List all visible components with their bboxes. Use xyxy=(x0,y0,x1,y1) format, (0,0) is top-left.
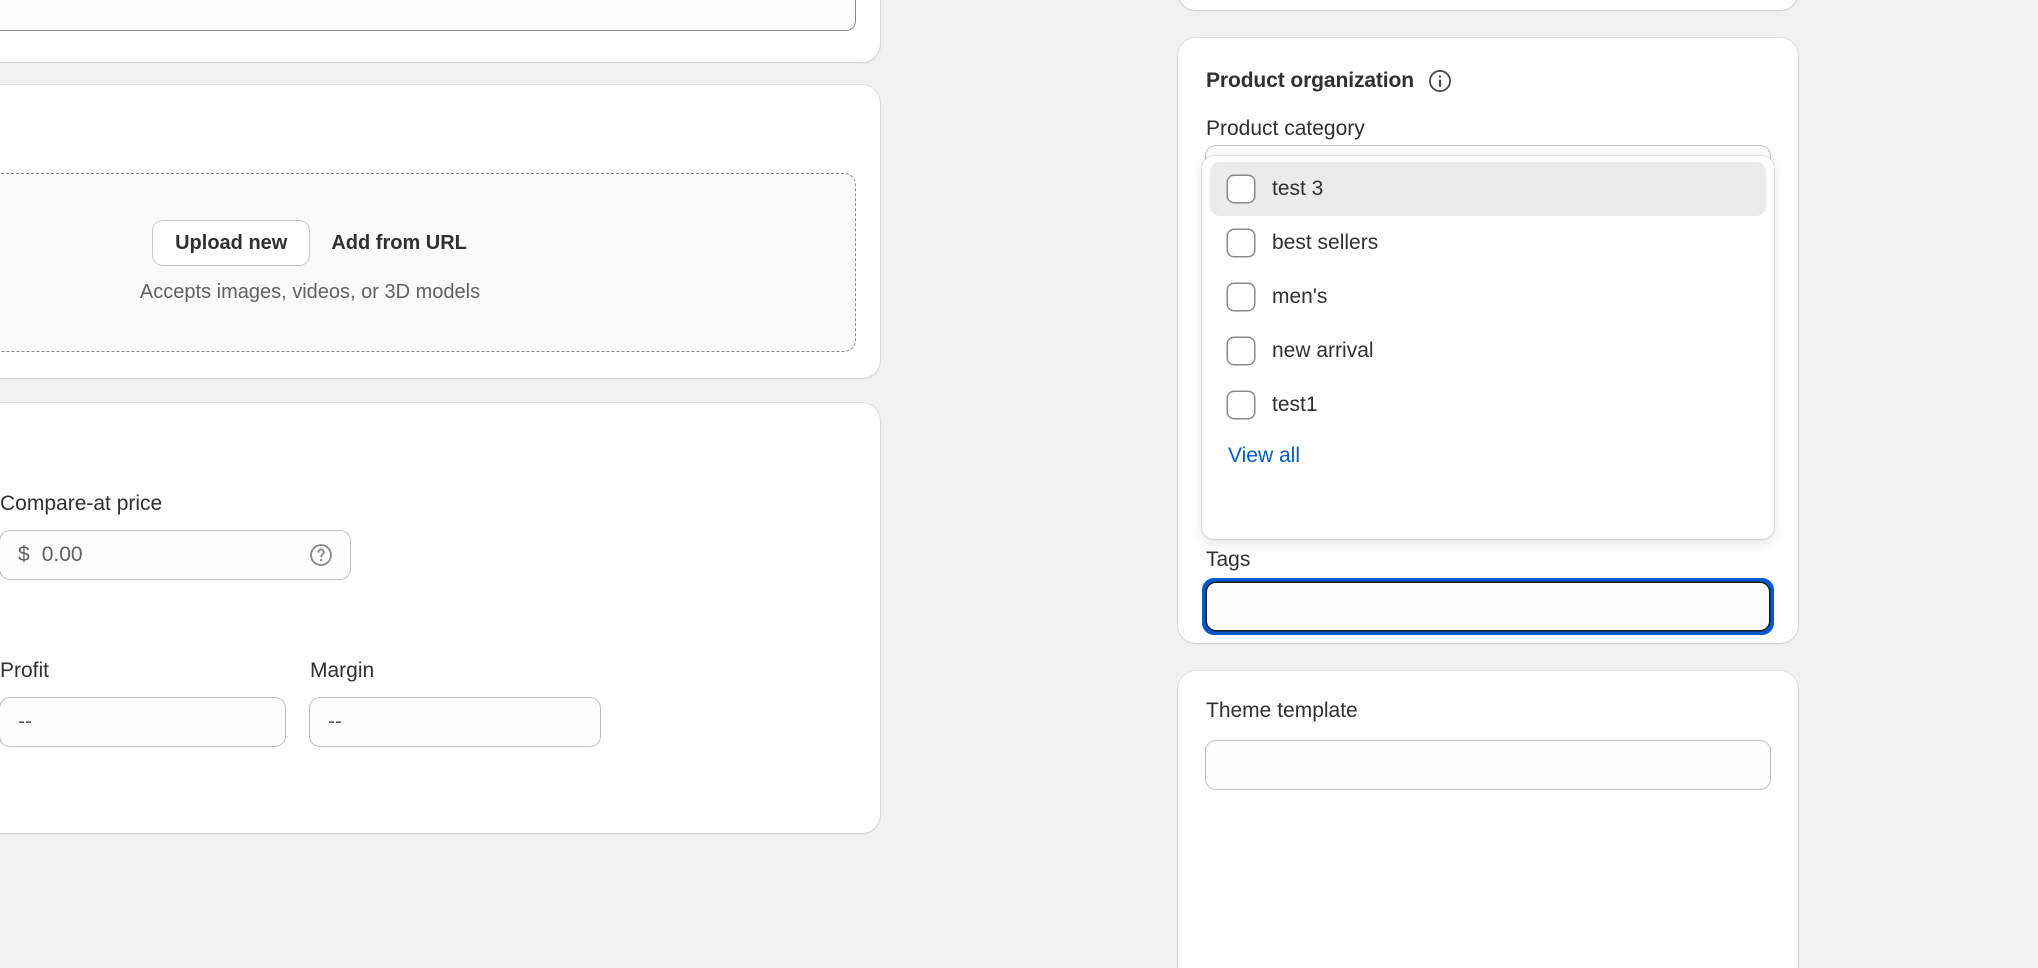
product-category-option[interactable]: men's xyxy=(1210,270,1766,324)
option-checkbox[interactable] xyxy=(1228,392,1254,418)
option-checkbox[interactable] xyxy=(1228,176,1254,202)
margin-label: Margin xyxy=(310,659,375,682)
theme-template-select[interactable] xyxy=(1206,741,1770,789)
tags-label: Tags xyxy=(1206,548,1251,571)
add-from-url-link[interactable]: Add from URL xyxy=(331,232,467,255)
compare-at-price-input[interactable]: $ 0.00 xyxy=(0,531,350,579)
description-editor-input[interactable] xyxy=(0,0,856,31)
compare-at-price-label: Compare-at price xyxy=(0,492,163,515)
theme-template-title: Theme template xyxy=(1206,699,1358,722)
tags-input-focus-ring xyxy=(1202,578,1774,635)
media-dropzone[interactable]: Upload new Add from URL Accepts images, … xyxy=(0,173,856,352)
theme-template-card: Theme template xyxy=(1178,671,1798,968)
option-label: new arrival xyxy=(1272,339,1374,362)
product-editor-page: Media Upload new Add from URL Accepts im… xyxy=(0,0,2038,968)
profit-input[interactable]: -- xyxy=(0,698,285,746)
view-all-link[interactable]: View all xyxy=(1210,432,1766,468)
compare-at-price-value: 0.00 xyxy=(41,543,83,566)
margin-input[interactable]: -- xyxy=(310,698,600,746)
product-organization-title-row: Product organization xyxy=(1206,68,1453,94)
product-status-card xyxy=(1178,0,1798,10)
media-dropzone-hint: Accepts images, videos, or 3D models xyxy=(139,281,481,303)
product-organization-title: Product organization xyxy=(1206,69,1415,92)
product-organization-card: Product organization Product category te… xyxy=(1178,38,1798,643)
product-category-options-popover: test 3 best sellers men's new arrival te… xyxy=(1202,156,1774,539)
margin-value: -- xyxy=(328,710,342,733)
media-dropzone-actions: Upload new Add from URL xyxy=(153,221,467,265)
option-label: men's xyxy=(1272,285,1328,308)
option-label: test 3 xyxy=(1272,177,1324,200)
option-label: best sellers xyxy=(1272,231,1379,254)
question-circle-icon[interactable] xyxy=(308,542,334,568)
product-category-label: Product category xyxy=(1206,117,1365,140)
profit-value: -- xyxy=(18,710,32,733)
product-category-option[interactable]: best sellers xyxy=(1210,216,1766,270)
profit-label: Profit xyxy=(0,659,50,682)
tags-input[interactable] xyxy=(1207,583,1769,630)
media-card: Media Upload new Add from URL Accepts im… xyxy=(0,85,880,378)
option-checkbox[interactable] xyxy=(1228,338,1254,364)
option-checkbox[interactable] xyxy=(1228,230,1254,256)
option-checkbox[interactable] xyxy=(1228,284,1254,310)
info-circle-icon[interactable] xyxy=(1427,68,1453,94)
option-label: test1 xyxy=(1272,393,1318,416)
product-category-option[interactable]: test1 xyxy=(1210,378,1766,432)
upload-new-button[interactable]: Upload new xyxy=(153,221,310,265)
product-description-card xyxy=(0,0,880,62)
product-category-option[interactable]: test 3 xyxy=(1210,162,1766,216)
product-category-option[interactable]: new arrival xyxy=(1210,324,1766,378)
compare-at-price-currency-symbol: $ xyxy=(18,543,30,566)
pricing-card: Pricing Price $ 0.00 Compare-at price $ … xyxy=(0,403,880,833)
